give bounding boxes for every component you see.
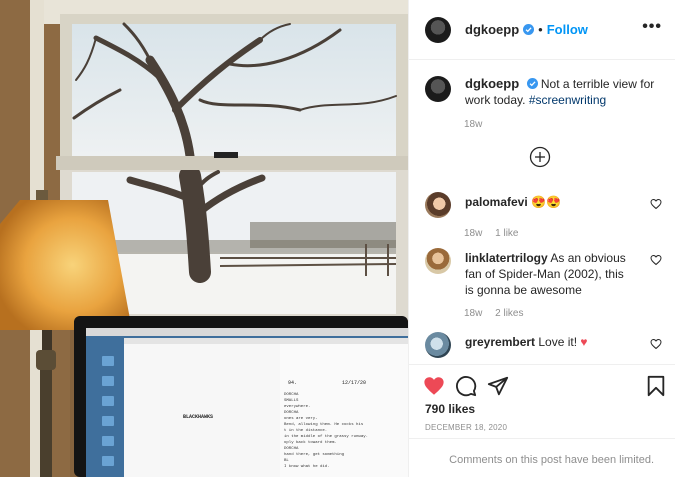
bookmark-icon[interactable]: [645, 375, 667, 397]
heart-icon[interactable]: [650, 338, 662, 350]
comment-text: palomafevi 😍😍: [465, 194, 635, 218]
comment-body: Love it!: [538, 335, 578, 349]
post-photo: BLACKHAWKS 94. 12/17/20 DORCHA SMALLS ev…: [0, 0, 408, 477]
author-avatar[interactable]: [425, 16, 451, 43]
script-date: 12/17/20: [342, 380, 367, 386]
comment-meta: 18w 1 like: [464, 228, 670, 239]
post-side-panel: dgkoepp • Follow ••• dgkoepp Not a terri…: [408, 0, 675, 477]
comment-item: greyrembert Love it! ♥: [425, 332, 670, 358]
heart-icon[interactable]: [423, 375, 445, 397]
heart-eyes-emoji: 😍😍: [531, 195, 561, 209]
red-heart-emoji: ♥: [580, 335, 588, 349]
commenter-avatar[interactable]: [425, 332, 451, 358]
comment-time[interactable]: 18w: [464, 308, 482, 319]
caption-time[interactable]: 18w: [464, 119, 482, 130]
comment-likes[interactable]: 2 likes: [495, 308, 523, 319]
share-icon[interactable]: [487, 375, 509, 397]
plus-circle-icon[interactable]: [529, 146, 551, 168]
comment-meta: 18w 2 likes: [464, 308, 670, 319]
comment-likes[interactable]: 1 like: [495, 228, 518, 239]
commenter-username[interactable]: linklatertrilogy: [465, 251, 548, 265]
caption-hashtag[interactable]: #screenwriting: [529, 93, 606, 107]
commenter-avatar[interactable]: [425, 248, 451, 274]
verified-badge-icon: [523, 24, 535, 35]
script-lines: DORCHA SMALLS everywhere. DORCHA ones ar…: [284, 392, 402, 470]
commenter-username[interactable]: palomafevi: [465, 195, 528, 209]
comments-limited-notice: Comments on this post have been limited.: [409, 438, 675, 477]
like-count[interactable]: 790 likes: [425, 402, 475, 416]
post-caption: dgkoepp Not a terrible view for work tod…: [425, 76, 665, 108]
comment-text: linklatertrilogy As an obvious fan of Sp…: [465, 250, 635, 298]
heart-icon[interactable]: [650, 198, 662, 210]
separator-dot: •: [538, 22, 543, 37]
heart-icon[interactable]: [650, 254, 662, 266]
verified-badge-icon: [526, 78, 538, 89]
caption-username[interactable]: dgkoepp: [465, 76, 519, 91]
comment-item: palomafevi 😍😍 18w 1 like: [425, 192, 670, 239]
commenter-avatar[interactable]: [425, 192, 451, 218]
comment-time[interactable]: 18w: [464, 228, 482, 239]
action-bar: [409, 364, 675, 404]
comment-icon[interactable]: [455, 375, 477, 397]
commenter-username[interactable]: greyrembert: [465, 335, 535, 349]
caption-avatar[interactable]: [425, 76, 451, 102]
caption-body: dgkoepp Not a terrible view for work tod…: [465, 76, 665, 108]
more-options-icon[interactable]: •••: [642, 19, 662, 35]
comment-text: greyrembert Love it! ♥: [465, 334, 635, 358]
post-date[interactable]: DECEMBER 18, 2020: [425, 423, 507, 432]
author-username[interactable]: dgkoepp: [465, 22, 519, 37]
script-title: BLACKHAWKS: [183, 414, 214, 420]
follow-button[interactable]: Follow: [547, 22, 588, 37]
script-page-number: 94.: [288, 380, 298, 386]
script-line: I know what he did.: [284, 465, 330, 469]
post-header: dgkoepp • Follow •••: [409, 0, 675, 60]
comment-item: linklatertrilogy As an obvious fan of Sp…: [425, 248, 670, 319]
